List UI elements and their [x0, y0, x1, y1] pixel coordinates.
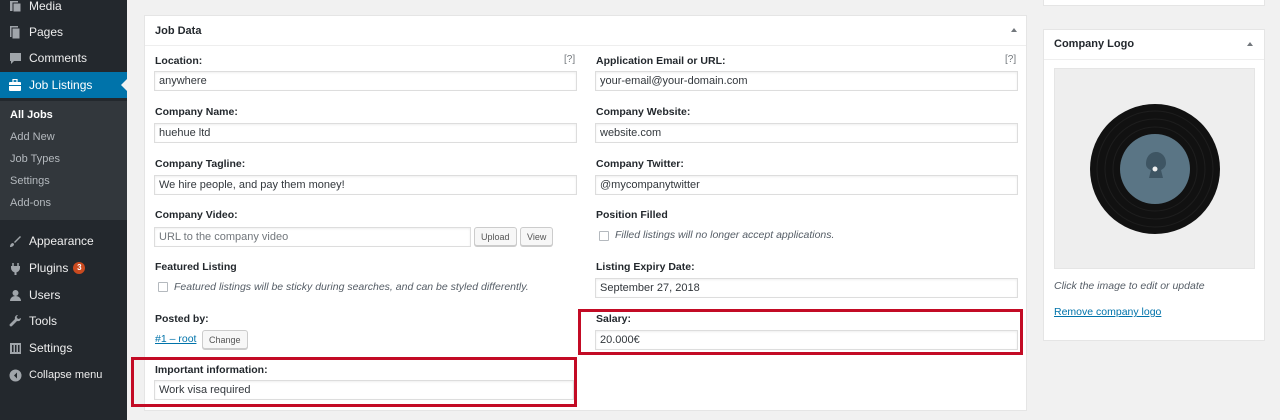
- sidebar-item-appearance[interactable]: Appearance: [0, 228, 127, 254]
- job-listings-submenu: All Jobs Add New Job Types Settings Add-…: [0, 101, 127, 220]
- important-info-input[interactable]: [154, 380, 574, 400]
- sidebar-item-label: Job Listings: [29, 78, 93, 92]
- previous-metabox-edge: [1043, 0, 1265, 6]
- submenu-item-add-ons[interactable]: Add-ons: [10, 197, 51, 209]
- position-filled-label: Position Filled: [596, 209, 668, 221]
- media-icon: [8, 0, 22, 13]
- location-input[interactable]: [154, 71, 577, 91]
- sidebar-item-users[interactable]: Users: [0, 282, 127, 308]
- sidebar-item-pages[interactable]: Pages: [0, 19, 127, 45]
- application-label: Application Email or URL:: [596, 55, 726, 67]
- collapse-toggle-icon[interactable]: [1247, 42, 1253, 46]
- company-website-label: Company Website:: [596, 106, 691, 118]
- salary-input[interactable]: [595, 330, 1018, 350]
- logo-edit-hint: Click the image to edit or update: [1054, 280, 1205, 292]
- company-name-input[interactable]: [154, 123, 577, 143]
- company-video-input[interactable]: [154, 227, 471, 247]
- company-video-label: Company Video:: [155, 209, 238, 221]
- application-input[interactable]: [595, 71, 1018, 91]
- remove-logo-link[interactable]: Remove company logo: [1054, 306, 1161, 318]
- sidebar-item-label: Appearance: [29, 234, 94, 248]
- sidebar-item-settings[interactable]: Settings: [0, 335, 127, 361]
- job-data-metabox: Job Data Location: [?] Company Name: Com…: [131, 15, 1027, 411]
- posted-by-label: Posted by:: [155, 313, 209, 325]
- sidebar-item-label: Pages: [29, 25, 64, 39]
- important-info-label: Important information:: [155, 364, 268, 376]
- sidebar-item-label: Collapse menu: [29, 369, 103, 381]
- sidebar-item-comments[interactable]: Comments: [0, 45, 127, 71]
- company-tagline-input[interactable]: [154, 175, 577, 195]
- application-help-icon[interactable]: [?]: [1005, 54, 1016, 65]
- video-view-button[interactable]: View: [520, 227, 554, 246]
- job-data-header[interactable]: Job Data: [145, 16, 1026, 46]
- salary-label: Salary:: [596, 313, 632, 325]
- change-author-button[interactable]: Change: [202, 330, 248, 349]
- sidebar-item-media[interactable]: Media: [0, 0, 127, 19]
- sidebar-item-label: Plugins: [29, 261, 69, 275]
- paintbrush-icon: [8, 234, 22, 248]
- sidebar-item-label: Comments: [29, 51, 88, 65]
- position-filled-checkbox[interactable]: [599, 231, 609, 241]
- collapse-toggle-icon[interactable]: [1011, 28, 1017, 32]
- sidebar-item-label: Tools: [29, 314, 58, 328]
- vinyl-record-logo-icon: [1090, 104, 1220, 234]
- submenu-item-add-new[interactable]: Add New: [10, 131, 55, 143]
- header-divider: [1044, 59, 1264, 60]
- settings-icon: [8, 341, 22, 355]
- sidebar-item-job-listings[interactable]: Job Listings: [0, 72, 127, 98]
- company-website-input[interactable]: [595, 123, 1018, 143]
- sidebar-item-plugins[interactable]: Plugins 3: [0, 255, 127, 281]
- company-logo-image[interactable]: [1054, 68, 1255, 269]
- comments-icon: [8, 51, 22, 65]
- featured-listing-description: Featured listings will be sticky during …: [174, 281, 529, 293]
- sidebar-item-label: Media: [29, 0, 62, 13]
- wrench-icon: [8, 314, 22, 328]
- submenu-item-job-types[interactable]: Job Types: [10, 153, 60, 165]
- admin-sidebar: Media Pages Comments Job Listings All Jo…: [0, 0, 127, 420]
- sidebar-item-label: Users: [29, 288, 61, 302]
- submenu-item-settings[interactable]: Settings: [10, 175, 50, 187]
- expiry-date-input[interactable]: [595, 278, 1018, 298]
- company-twitter-input[interactable]: [595, 175, 1018, 195]
- collapse-menu-button[interactable]: Collapse menu: [0, 362, 127, 388]
- featured-listing-checkbox[interactable]: [158, 282, 168, 292]
- current-menu-arrow: [121, 79, 127, 91]
- user-icon: [8, 288, 22, 302]
- sidebar-item-label: Settings: [29, 341, 73, 355]
- pages-icon: [8, 25, 22, 39]
- video-upload-button[interactable]: Upload: [474, 227, 517, 246]
- plug-icon: [8, 261, 22, 275]
- plugins-update-badge: 3: [73, 262, 86, 274]
- collapse-icon: [8, 368, 22, 382]
- company-twitter-label: Company Twitter:: [596, 158, 684, 170]
- job-data-title: Job Data: [155, 25, 202, 37]
- featured-listing-label: Featured Listing: [155, 261, 237, 273]
- expiry-date-label: Listing Expiry Date:: [596, 261, 695, 273]
- company-logo-title: Company Logo: [1054, 38, 1135, 50]
- submenu-item-all-jobs[interactable]: All Jobs: [10, 109, 53, 121]
- company-logo-metabox: Company Logo Click the image to edit or …: [1043, 29, 1265, 341]
- location-help-icon[interactable]: [?]: [564, 54, 575, 65]
- sidebar-item-tools[interactable]: Tools: [0, 308, 127, 334]
- company-tagline-label: Company Tagline:: [155, 158, 246, 170]
- posted-by-author-link[interactable]: #1 – root: [155, 333, 196, 345]
- company-name-label: Company Name:: [155, 106, 238, 118]
- briefcase-icon: [8, 78, 22, 92]
- position-filled-description: Filled listings will no longer accept ap…: [615, 229, 835, 241]
- location-label: Location:: [155, 55, 203, 67]
